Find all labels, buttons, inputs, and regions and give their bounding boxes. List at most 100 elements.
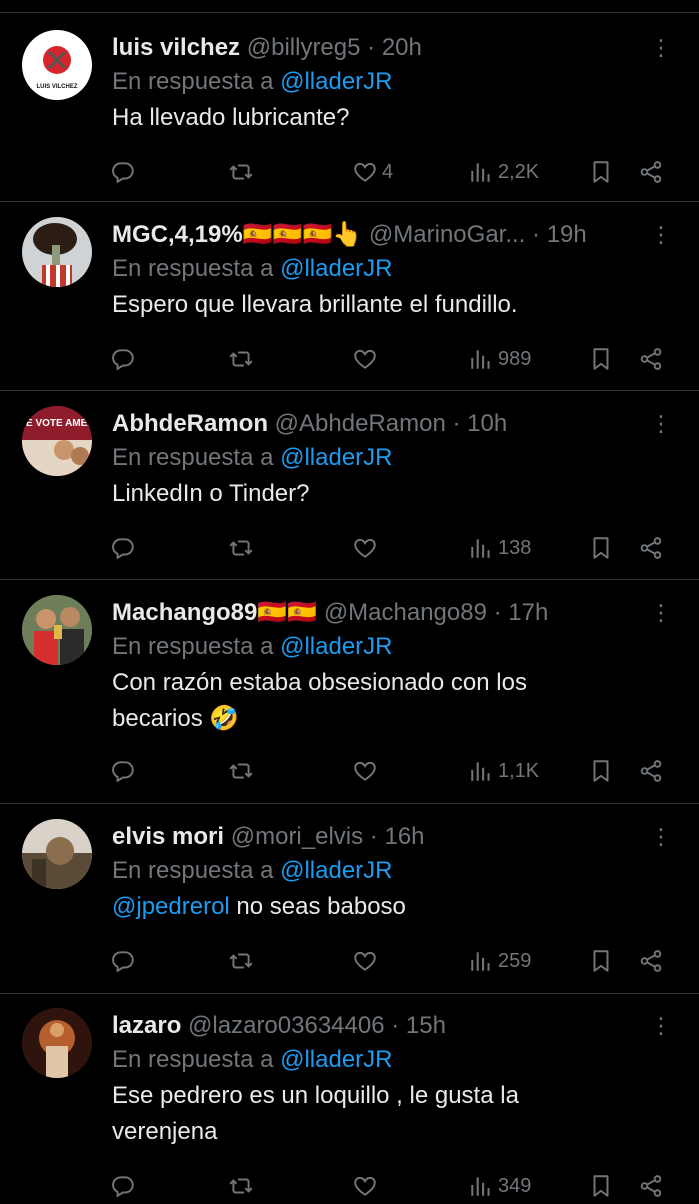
bookmark-icon bbox=[588, 346, 614, 372]
avatar[interactable] bbox=[22, 1008, 92, 1078]
retweet-icon bbox=[228, 159, 254, 185]
views-button[interactable]: 2,2K bbox=[468, 154, 539, 190]
text-mention[interactable]: @jpedrerol bbox=[112, 893, 230, 920]
retweet-button[interactable] bbox=[228, 154, 254, 190]
username[interactable]: @AbhdeRamon bbox=[275, 410, 446, 437]
bookmark-button[interactable] bbox=[588, 341, 614, 377]
share-button[interactable] bbox=[638, 341, 664, 377]
reply-button[interactable] bbox=[110, 530, 136, 566]
reply-tweet[interactable]: lazaro @lazaro03634406 · 15h ⋮ En respue… bbox=[0, 1008, 699, 1200]
timestamp[interactable]: 10h bbox=[467, 410, 507, 437]
retweet-icon bbox=[228, 535, 254, 561]
retweet-button[interactable] bbox=[228, 943, 254, 979]
divider bbox=[0, 579, 699, 580]
reply-to-mention[interactable]: @lladerJR bbox=[280, 857, 392, 884]
reply-to-mention[interactable]: @lladerJR bbox=[280, 68, 392, 95]
bookmark-button[interactable] bbox=[588, 1168, 614, 1204]
display-name[interactable]: elvis mori bbox=[112, 823, 224, 850]
more-options-icon[interactable]: ⋮ bbox=[649, 412, 673, 436]
more-options-icon[interactable]: ⋮ bbox=[649, 1014, 673, 1038]
reply-tweet[interactable]: E VOTE AMED VI AbhdeRamon @AbhdeRamon · … bbox=[0, 406, 699, 576]
retweet-button[interactable] bbox=[228, 1168, 254, 1204]
share-icon bbox=[638, 1173, 664, 1199]
reply-to-mention[interactable]: @lladerJR bbox=[280, 1046, 392, 1073]
share-button[interactable] bbox=[638, 154, 664, 190]
share-button[interactable] bbox=[638, 530, 664, 566]
views-button[interactable]: 259 bbox=[468, 943, 531, 979]
more-options-icon[interactable]: ⋮ bbox=[649, 36, 673, 60]
retweet-icon bbox=[228, 1173, 254, 1199]
reply-button[interactable] bbox=[110, 753, 136, 789]
display-name[interactable]: lazaro bbox=[112, 1012, 181, 1039]
username[interactable]: @mori_elvis bbox=[231, 823, 363, 850]
like-button[interactable]: 4 bbox=[352, 154, 393, 190]
reply-icon bbox=[110, 346, 136, 372]
bookmark-button[interactable] bbox=[588, 530, 614, 566]
reply-icon bbox=[110, 159, 136, 185]
reply-button[interactable] bbox=[110, 341, 136, 377]
username[interactable]: @billyreg5 bbox=[247, 34, 361, 61]
avatar-text: E VOTE AMED VI bbox=[26, 418, 92, 429]
avatar-image-icon bbox=[22, 1008, 92, 1078]
timestamp[interactable]: 15h bbox=[406, 1012, 446, 1039]
reply-tweet[interactable]: LUIS VILCHEZ luis vilchez @billyreg5 · 2… bbox=[0, 30, 699, 200]
reply-tweet[interactable]: Machango89🇪🇸🇪🇸 @Machango89 · 17h ⋮ En re… bbox=[0, 595, 699, 800]
reply-to-mention[interactable]: @lladerJR bbox=[280, 633, 392, 660]
views-button[interactable]: 138 bbox=[468, 530, 531, 566]
timestamp[interactable]: 20h bbox=[382, 34, 422, 61]
reply-button[interactable] bbox=[110, 154, 136, 190]
display-name[interactable]: AbhdeRamon bbox=[112, 410, 268, 437]
timestamp[interactable]: 17h bbox=[508, 599, 548, 626]
more-options-icon[interactable]: ⋮ bbox=[649, 601, 673, 625]
display-name[interactable]: Machango89🇪🇸🇪🇸 bbox=[112, 599, 317, 626]
action-bar: 138 bbox=[110, 530, 670, 566]
more-options-icon[interactable]: ⋮ bbox=[649, 825, 673, 849]
view-count: 349 bbox=[498, 1174, 532, 1197]
avatar[interactable] bbox=[22, 217, 92, 287]
x-logo-avatar-icon: LUIS VILCHEZ bbox=[36, 46, 78, 90]
bookmark-button[interactable] bbox=[588, 943, 614, 979]
username[interactable]: @Machango89 bbox=[324, 599, 487, 626]
avatar[interactable] bbox=[22, 819, 92, 889]
share-button[interactable] bbox=[638, 753, 664, 789]
avatar[interactable]: LUIS VILCHEZ bbox=[22, 30, 92, 100]
separator-dot: · bbox=[369, 823, 378, 850]
bookmark-button[interactable] bbox=[588, 753, 614, 789]
avatar[interactable] bbox=[22, 595, 92, 665]
retweet-button[interactable] bbox=[228, 753, 254, 789]
display-name[interactable]: luis vilchez bbox=[112, 34, 240, 61]
share-button[interactable] bbox=[638, 943, 664, 979]
share-button[interactable] bbox=[638, 1168, 664, 1204]
action-bar: 4 2,2K bbox=[110, 154, 670, 190]
reply-to-mention[interactable]: @lladerJR bbox=[280, 444, 392, 471]
timestamp[interactable]: 16h bbox=[384, 823, 424, 850]
username[interactable]: @MarinoGar... bbox=[369, 221, 525, 248]
timestamp[interactable]: 19h bbox=[547, 221, 587, 248]
views-button[interactable]: 349 bbox=[468, 1168, 531, 1204]
more-options-icon[interactable]: ⋮ bbox=[649, 223, 673, 247]
avatar[interactable]: E VOTE AMED VI bbox=[22, 406, 92, 476]
reply-to-mention[interactable]: @lladerJR bbox=[280, 255, 392, 282]
like-button[interactable] bbox=[352, 943, 382, 979]
bookmark-button[interactable] bbox=[588, 154, 614, 190]
bookmark-icon bbox=[588, 948, 614, 974]
retweet-button[interactable] bbox=[228, 341, 254, 377]
reply-tweet[interactable]: elvis mori @mori_elvis · 16h ⋮ En respue… bbox=[0, 819, 699, 989]
reply-tweet[interactable]: MGC,4,19%🇪🇸🇪🇸🇪🇸👆 @MarinoGar... · 19h ⋮ E… bbox=[0, 217, 699, 387]
reply-button[interactable] bbox=[110, 943, 136, 979]
views-icon bbox=[468, 1173, 494, 1199]
retweet-icon bbox=[228, 948, 254, 974]
like-button[interactable] bbox=[352, 1168, 382, 1204]
like-button[interactable] bbox=[352, 530, 382, 566]
bookmark-icon bbox=[588, 758, 614, 784]
username[interactable]: @lazaro03634406 bbox=[188, 1012, 385, 1039]
views-button[interactable]: 989 bbox=[468, 341, 531, 377]
like-button[interactable] bbox=[352, 341, 382, 377]
like-button[interactable] bbox=[352, 753, 382, 789]
display-name[interactable]: MGC,4,19%🇪🇸🇪🇸🇪🇸👆 bbox=[112, 221, 362, 248]
views-icon bbox=[468, 346, 494, 372]
reply-button[interactable] bbox=[110, 1168, 136, 1204]
share-icon bbox=[638, 948, 664, 974]
views-button[interactable]: 1,1K bbox=[468, 753, 539, 789]
retweet-button[interactable] bbox=[228, 530, 254, 566]
